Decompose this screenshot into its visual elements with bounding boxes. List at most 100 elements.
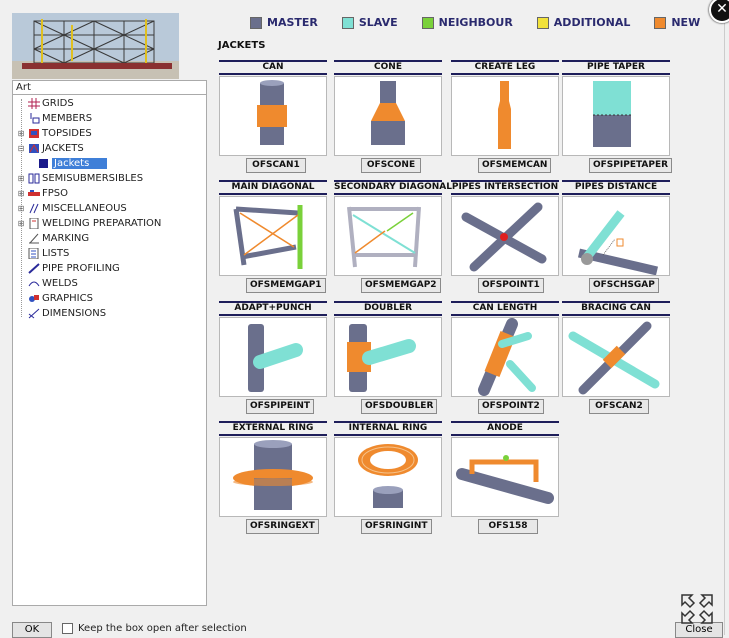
tree-item-jackets[interactable]: ⊟ JACKETS	[17, 141, 84, 155]
tree-item-members[interactable]: MEMBERS	[17, 111, 92, 125]
ofscone-button[interactable]: OFSCONE	[361, 158, 421, 173]
legend-label: NEIGHBOUR	[438, 16, 513, 29]
tree-item-welding-preparation[interactable]: ⊞ WELDING PREPARATION	[17, 216, 161, 230]
tree-item-lists[interactable]: LISTS	[17, 246, 69, 260]
keep-open-label: Keep the box open after selection	[78, 623, 247, 634]
tree-item-label: MARKING	[42, 232, 90, 244]
adapt-punch-preview-image[interactable]	[219, 317, 327, 397]
can-length-preview-image[interactable]	[451, 317, 559, 397]
bracing-can-preview-image[interactable]	[562, 317, 670, 397]
ok-button[interactable]: OK	[12, 622, 52, 638]
tree-item-label: GRIDS	[42, 97, 74, 109]
legend-neighbour: NEIGHBOUR	[421, 16, 513, 29]
tree-item-jackets-child[interactable]: Jackets	[35, 156, 108, 170]
ofscan1-button[interactable]: OFSCAN1	[246, 158, 306, 173]
tree-item-dimensions[interactable]: DIMENSIONS	[17, 306, 106, 320]
tree-item-label: LISTS	[42, 247, 70, 259]
cell-create-leg: CREATE LEG OFSMEMCAN	[451, 60, 559, 180]
cell-title: MAIN DIAGONAL	[219, 180, 327, 195]
color-legend: MASTER SLAVE NEIGHBOUR ADDITIONAL NEW	[250, 16, 724, 29]
secondary-diagonal-preview-image[interactable]	[334, 196, 442, 276]
doubler-preview-image[interactable]	[334, 317, 442, 397]
main-diagonal-preview-image[interactable]	[219, 196, 327, 276]
can-preview-image[interactable]	[219, 76, 327, 156]
ofscan2-button[interactable]: OFSCAN2	[589, 399, 649, 414]
legend-additional: ADDITIONAL	[536, 16, 630, 29]
tree-item-miscellaneous[interactable]: ⊞ MISCELLANEOUS	[17, 201, 127, 215]
members-icon	[30, 112, 40, 123]
cell-can: CAN OFSCAN1	[219, 60, 327, 180]
tree-item-label: FPSO	[42, 187, 69, 199]
cell-pipes-intersection: PIPES INTERSECTION OFSPOINT1	[451, 180, 559, 300]
cell-title: ADAPT+PUNCH	[219, 301, 327, 316]
ofsmemgap2-button[interactable]: OFSMEMGAP2	[361, 278, 441, 293]
external-ring-preview-image[interactable]	[219, 437, 327, 517]
ofspoint2-button[interactable]: OFSPOINT2	[478, 399, 544, 414]
pipes-intersection-preview-image[interactable]	[451, 196, 559, 276]
ofspoint1-button[interactable]: OFSPOINT1	[478, 278, 544, 293]
tree-item-topsides[interactable]: ⊞ TOPSIDES	[17, 126, 92, 140]
cell-title: CONE	[334, 60, 442, 75]
tree-item-label: TOPSIDES	[42, 127, 92, 139]
ofsringext-button[interactable]: OFSRINGEXT	[246, 519, 319, 534]
ofspipeint-button[interactable]: OFSPIPEINT	[246, 399, 314, 414]
resize-arrows-icon[interactable]	[680, 593, 714, 625]
tree-item-pipe-profiling[interactable]: PIPE PROFILING	[17, 261, 120, 275]
semisub-icon	[28, 173, 40, 183]
cell-title: INTERNAL RING	[334, 421, 442, 436]
tree-item-grids[interactable]: GRIDS	[17, 96, 74, 110]
pipes-distance-preview-image[interactable]	[562, 196, 670, 276]
tree-item-label: SEMISUBMERSIBLES	[42, 172, 144, 184]
marking-icon	[29, 233, 39, 243]
tree-item-welds[interactable]: WELDS	[17, 276, 78, 290]
pipe-taper-preview-image[interactable]	[562, 76, 670, 156]
tree-item-fpso[interactable]: ⊞ FPSO	[17, 186, 68, 200]
dialog-window: MASTER SLAVE NEIGHBOUR ADDITIONAL NEW Ar…	[0, 0, 725, 638]
cell-title: EXTERNAL RING	[219, 421, 327, 436]
category-tree[interactable]: Art GRIDS MEMBERS ⊞ TOPSIDES ⊟ JACKETS Jac…	[12, 80, 207, 606]
cell-pipes-distance: PIPES DISTANCE OFSCHSGAP	[562, 180, 670, 300]
tree-item-marking[interactable]: MARKING	[17, 231, 89, 245]
legend-master: MASTER	[250, 16, 318, 29]
cell-title: SECONDARY DIAGONAL	[334, 180, 452, 195]
tree-item-label: Jackets	[52, 157, 108, 169]
ofschsgap-button[interactable]: OFSCHSGAP	[589, 278, 659, 293]
jackets-icon	[29, 143, 39, 153]
grid-icon	[28, 97, 40, 109]
cell-main-diagonal: MAIN DIAGONAL OFSMEMGAP1	[219, 180, 327, 300]
cell-can-length: CAN LENGTH OFSPOINT2	[451, 301, 559, 421]
tree-item-graphics[interactable]: GRAPHICS	[17, 291, 93, 305]
keep-open-option[interactable]: Keep the box open after selection	[62, 623, 247, 634]
ofsmemgap1-button[interactable]: OFSMEMGAP1	[246, 278, 326, 293]
welding-icon	[29, 217, 39, 229]
ofsringint-button[interactable]: OFSRINGINT	[361, 519, 432, 534]
welds-icon	[28, 281, 40, 286]
tree-item-label: PIPE PROFILING	[42, 262, 120, 274]
ofs158-button[interactable]: OFS158	[478, 519, 538, 534]
internal-ring-preview-image[interactable]	[334, 437, 442, 517]
cell-title: CAN LENGTH	[451, 301, 559, 316]
anode-preview-image[interactable]	[451, 437, 559, 517]
keep-open-checkbox[interactable]	[62, 623, 73, 634]
graphics-icon	[29, 294, 39, 302]
jackets-panel: JACKETS CAN OFSCAN1 CONE OFSCONE CREATE …	[212, 36, 678, 546]
legend-swatch-icon	[250, 16, 262, 29]
pipe-profiling-icon	[28, 262, 40, 274]
legend-swatch-icon	[654, 16, 667, 29]
cell-secondary-diagonal: SECONDARY DIAGONAL OFSMEMGAP2	[334, 180, 452, 300]
ofspipetaper-button[interactable]: OFSPIPETAPER	[589, 158, 673, 173]
cell-cone: CONE OFSCONE	[334, 60, 442, 180]
tree-root: Art	[16, 82, 31, 93]
cell-title: BRACING CAN	[562, 301, 670, 316]
cell-bracing-can: BRACING CAN OFSCAN2	[562, 301, 670, 421]
tree-item-label: WELDS	[42, 277, 78, 289]
ofsmemcan-button[interactable]: OFSMEMCAN	[478, 158, 552, 173]
cone-preview-image[interactable]	[334, 76, 442, 156]
cell-title: PIPES DISTANCE	[562, 180, 670, 195]
create-leg-preview-image[interactable]	[451, 76, 559, 156]
tree-item-label: WELDING PREPARATION	[42, 217, 162, 229]
legend-new: NEW	[654, 16, 700, 29]
fpso-icon	[28, 189, 40, 196]
ofsdoubler-button[interactable]: OFSDOUBLER	[361, 399, 438, 414]
tree-item-semisubmersibles[interactable]: ⊞ SEMISUBMERSIBLES	[17, 171, 143, 185]
